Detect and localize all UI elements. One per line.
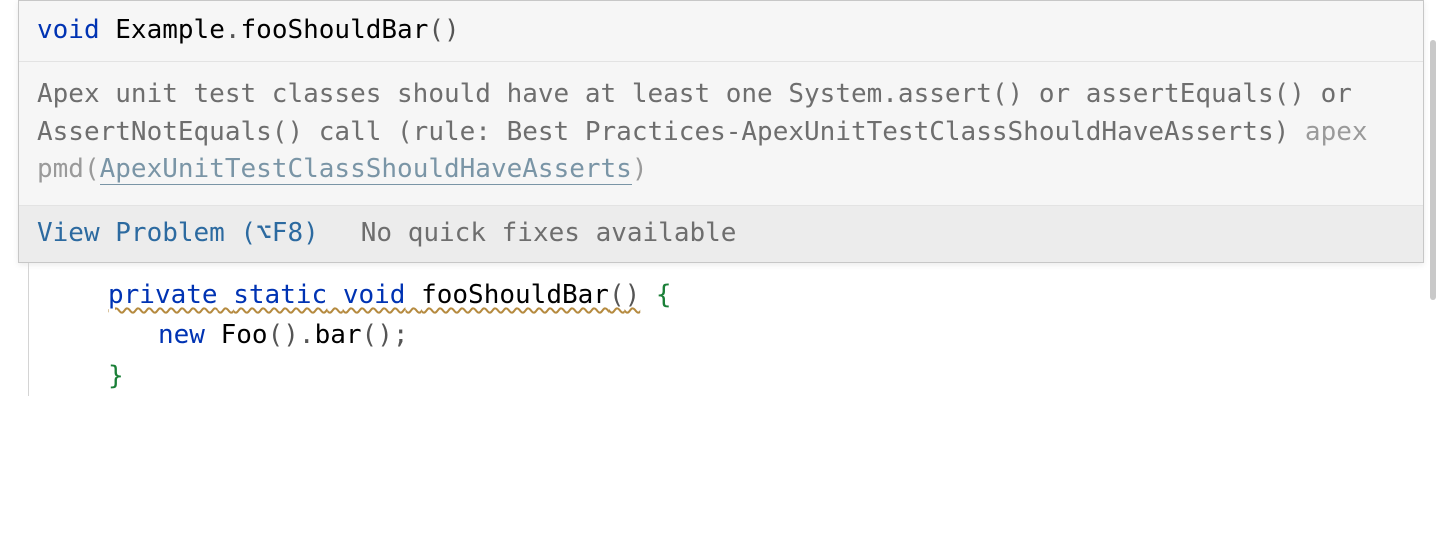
method-name: fooShouldBar xyxy=(241,15,429,45)
paren-open: ( xyxy=(268,320,284,350)
scrollbar-thumb[interactable] xyxy=(1430,40,1436,300)
class-name: Example xyxy=(115,15,225,45)
paren-close: ) xyxy=(444,15,460,45)
keyword-void: void xyxy=(343,280,406,310)
rule-link[interactable]: ApexUnitTestClassShouldHaveAsserts xyxy=(100,154,632,185)
keyword-new: new xyxy=(158,320,205,350)
call-paren-close: ) xyxy=(377,320,393,350)
code-line-1[interactable]: private static void fooShouldBar() { xyxy=(18,275,1442,315)
paren-close: ) xyxy=(625,280,641,310)
tooltip-footer: View Problem (⌥F8) No quick fixes availa… xyxy=(19,206,1423,262)
brace-close: } xyxy=(108,361,124,391)
tool-suffix: ) xyxy=(632,154,648,184)
vertical-scrollbar[interactable] xyxy=(1426,0,1436,544)
semicolon: ; xyxy=(393,320,409,350)
view-problem-link[interactable]: View Problem (⌥F8) xyxy=(37,218,319,248)
method-call: bar xyxy=(315,320,362,350)
tooltip-signature: void Example.fooShouldBar() xyxy=(19,1,1423,62)
no-quick-fixes-label: No quick fixes available xyxy=(361,218,737,248)
code-editor[interactable]: private static void fooShouldBar() { new… xyxy=(0,263,1442,396)
call-paren-open: ( xyxy=(362,320,378,350)
keyword-void: void xyxy=(37,15,100,45)
brace-open: { xyxy=(656,280,672,310)
dot: . xyxy=(225,15,241,45)
code-line-3[interactable]: } xyxy=(18,356,1442,396)
paren-open: ( xyxy=(609,280,625,310)
paren-open: ( xyxy=(428,15,444,45)
keyword-static: static xyxy=(233,280,327,310)
diagnostic-tooltip: void Example.fooShouldBar() Apex unit te… xyxy=(18,0,1424,263)
code-line-2[interactable]: new Foo().bar(); xyxy=(18,315,1442,355)
gutter-indent-guide xyxy=(28,263,29,396)
keyword-private: private xyxy=(108,280,218,310)
paren-close: ) xyxy=(283,320,299,350)
diagnostic-message: Apex unit test classes should have at le… xyxy=(37,79,1352,147)
tooltip-message: Apex unit test classes should have at le… xyxy=(19,62,1423,206)
dot: . xyxy=(299,320,315,350)
method-name: fooShouldBar xyxy=(421,280,609,310)
type-foo: Foo xyxy=(221,320,268,350)
